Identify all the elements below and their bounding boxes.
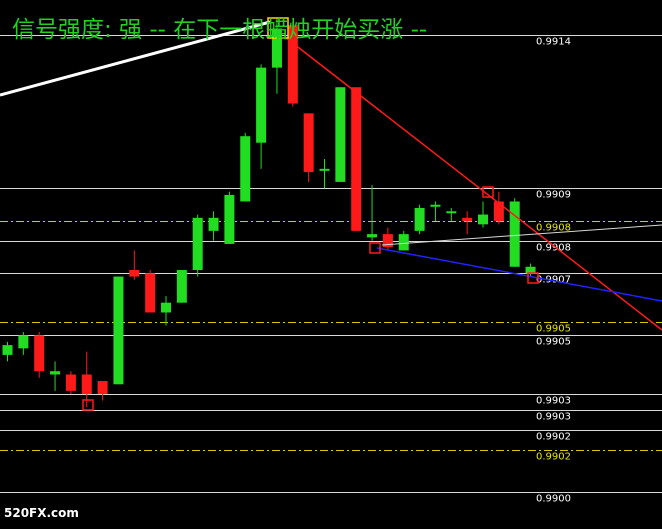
candle-body-27 xyxy=(430,204,441,207)
signal-title: 信号强度: 强 -- 在下一根蜡烛开始买涨 -- xyxy=(12,17,428,43)
candle-body-26 xyxy=(414,208,425,231)
price-label-1: 0.9909 xyxy=(536,190,571,201)
candle-body-2 xyxy=(34,335,45,372)
candle-body-0 xyxy=(2,345,13,355)
price-label-10: 0.9902 xyxy=(536,452,571,463)
price-label-5: 0.9905 xyxy=(536,324,571,335)
price-label-0: 0.9914 xyxy=(536,37,571,48)
chart-area: 0.9914 0.9909 0.9908 0.9908 0.9907 0.9905 0.99… xyxy=(0,0,662,525)
price-label-7: 0.9903 xyxy=(536,396,571,407)
candle-body-5 xyxy=(81,374,92,395)
candle-body-23 xyxy=(367,234,378,238)
price-label-9: 0.9902 xyxy=(536,432,571,443)
candle-body-19 xyxy=(303,113,314,173)
candle-body-21 xyxy=(335,87,346,182)
candle-body-4 xyxy=(65,374,76,391)
candle-body-32 xyxy=(509,201,520,267)
candle-body-31 xyxy=(493,201,504,222)
candle-body-28 xyxy=(446,211,457,214)
candle-body-12 xyxy=(192,217,203,271)
price-label-3: 0.9908 xyxy=(536,243,571,254)
price-label-6: 0.9905 xyxy=(536,337,571,348)
candle-body-11 xyxy=(176,270,187,303)
candle-body-16 xyxy=(256,67,267,143)
candle-body-29 xyxy=(462,217,473,222)
candle-body-13 xyxy=(208,217,219,231)
candle-body-20 xyxy=(319,168,330,171)
candle-body-10 xyxy=(161,302,171,313)
watermark: 520FX.com xyxy=(4,506,79,520)
price-label-8: 0.9903 xyxy=(536,412,571,423)
candle-body-7 xyxy=(113,276,124,385)
candle-body-30 xyxy=(478,214,488,225)
candle-body-14 xyxy=(224,194,235,244)
candle-body-8 xyxy=(129,270,140,277)
candle-body-6 xyxy=(97,381,108,395)
candle-body-1 xyxy=(18,335,29,349)
candle-body-9 xyxy=(145,273,156,313)
candle-body-25 xyxy=(398,234,409,251)
candle-body-22 xyxy=(351,87,362,231)
candle-body-3 xyxy=(50,371,61,375)
chart-background xyxy=(0,0,662,525)
candlestick-chart: 0.99140.99090.99080.99080.99070.99050.99… xyxy=(0,0,662,525)
candle-body-15 xyxy=(240,136,251,202)
price-label-11: 0.9900 xyxy=(536,494,571,505)
